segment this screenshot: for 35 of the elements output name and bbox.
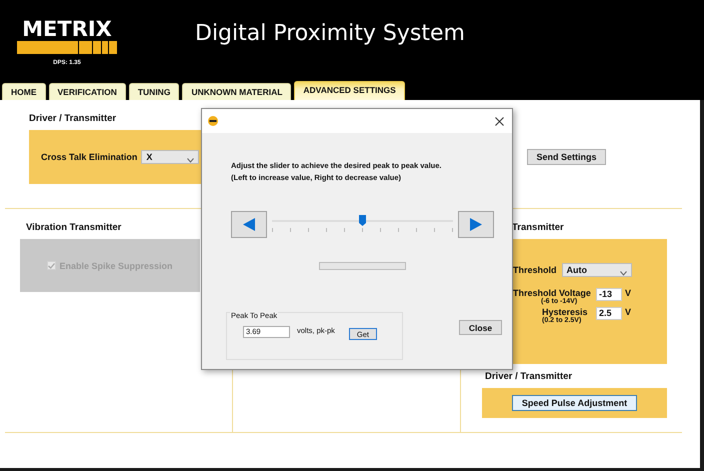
send-settings-button[interactable]: Send Settings bbox=[527, 149, 606, 165]
field-label: Cross Talk Elimination bbox=[41, 152, 138, 162]
threshold-select[interactable]: Auto bbox=[562, 263, 632, 277]
logo-text: METRIX bbox=[22, 18, 112, 40]
tab[interactable]: UNKNOWN MATERIAL bbox=[182, 83, 292, 100]
speed-pulse-button[interactable]: Speed Pulse Adjustment bbox=[512, 395, 637, 411]
tab[interactable]: VERIFICATION bbox=[48, 83, 126, 100]
close-icon[interactable] bbox=[495, 116, 504, 126]
unit-label: V bbox=[625, 307, 632, 319]
slider[interactable] bbox=[272, 213, 453, 235]
tab[interactable]: HOME bbox=[2, 83, 46, 100]
cross-talk-select[interactable]: X bbox=[141, 150, 200, 164]
increase-button[interactable] bbox=[458, 210, 494, 238]
field-label: Threshold Voltage bbox=[513, 288, 591, 298]
app-icon bbox=[208, 116, 218, 126]
select-value: X bbox=[146, 152, 152, 162]
tab[interactable]: TUNING bbox=[128, 83, 180, 100]
hysteresis-input[interactable]: 2.5 bbox=[596, 307, 622, 320]
close-button[interactable]: Close bbox=[459, 320, 502, 335]
section-heading: Transmitter bbox=[512, 222, 564, 233]
left-arrow-icon bbox=[243, 218, 255, 230]
field-label: Hysteresis bbox=[542, 307, 588, 317]
section-heading: Driver / Transmitter bbox=[29, 113, 116, 124]
logo-bar-icon bbox=[17, 41, 117, 54]
tab[interactable]: ADVANCED SETTINGS bbox=[294, 81, 405, 100]
decrease-button[interactable] bbox=[231, 210, 267, 238]
right-arrow-icon bbox=[470, 218, 482, 230]
section-heading: Driver / Transmitter bbox=[485, 371, 572, 382]
select-value: Auto bbox=[566, 265, 588, 275]
app-title: Digital Proximity System bbox=[195, 21, 465, 46]
unit-label: V bbox=[625, 288, 632, 300]
slider-thumb[interactable] bbox=[359, 215, 366, 226]
section-heading: Vibration Transmitter bbox=[26, 222, 122, 233]
threshold-voltage-input[interactable]: -13 bbox=[596, 288, 622, 301]
field-label: Threshold bbox=[513, 265, 557, 275]
